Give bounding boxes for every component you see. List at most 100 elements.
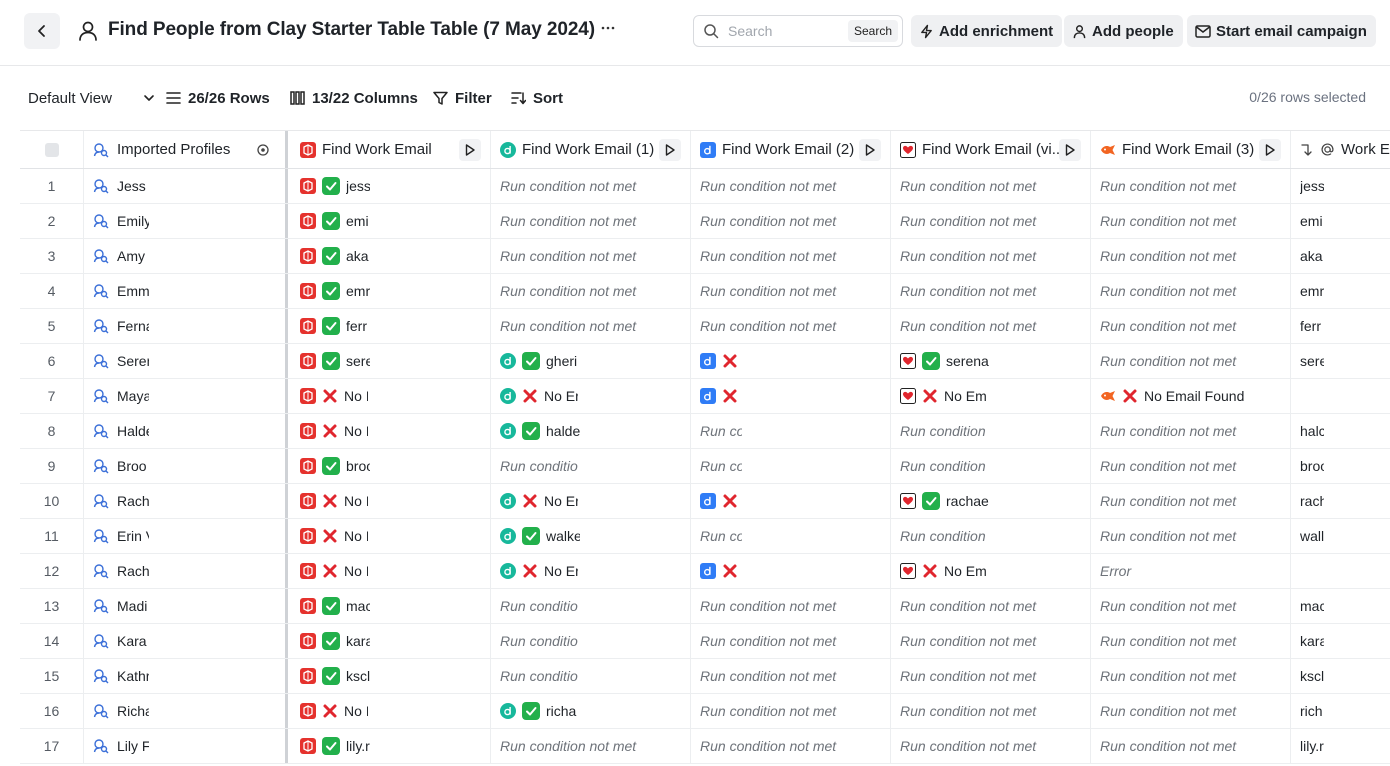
col-header-find-work-email-3[interactable]: Find Work Email (3) [1091,131,1291,168]
imported-profile-cell[interactable]: Seren [84,344,284,378]
find-work-email-vi-cell[interactable]: Run condition not met [891,169,1091,203]
find-work-email-3-cell[interactable]: Error [1091,554,1291,588]
row-number[interactable]: 14 [20,624,84,658]
run-column-button[interactable] [459,139,481,161]
find-work-email-vi-cell[interactable]: serena [891,344,1091,378]
table-row[interactable]: 1 Jess jess Run condition not met Run condit… [20,169,1390,204]
find-work-email-1-cell[interactable]: No Er [491,379,691,413]
col-header-find-work-email-2[interactable]: Find Work Email (2) [691,131,891,168]
table-row[interactable]: 10 Rach No I No Er rachae Run condition not m… [20,484,1390,519]
find-work-email-2-cell[interactable]: Run condition not met [691,519,891,553]
more-options-button[interactable] [600,20,620,42]
find-work-email-vi-cell[interactable]: No Em [891,379,1091,413]
imported-profile-cell[interactable]: Kara [84,624,284,658]
find-work-email-vi-cell[interactable]: Run condition not met [891,659,1091,693]
find-work-email-3-cell[interactable]: Run condition not met [1091,309,1291,343]
work-email-cell[interactable]: jess [1291,169,1390,203]
row-number[interactable]: 3 [20,239,84,273]
find-work-email-cell[interactable]: lily.r [291,729,491,763]
find-work-email-3-cell[interactable]: Run condition not met [1091,484,1291,518]
find-work-email-vi-cell[interactable]: Run condition not met [891,239,1091,273]
table-row[interactable]: 17 Lily F lily.r Run condition not met Run c… [20,729,1390,764]
find-work-email-3-cell[interactable]: Run condition not met [1091,274,1291,308]
work-email-cell[interactable]: kara [1291,624,1390,658]
table-row[interactable]: 2 Emily emi Run condition not met Run condit… [20,204,1390,239]
table-row[interactable]: 7 Maya No I No Er No Em No Email Found [20,379,1390,414]
imported-profile-cell[interactable]: Rach [84,554,284,588]
select-all-cell[interactable] [20,131,84,168]
find-work-email-3-cell[interactable]: Run condition not met [1091,624,1291,658]
work-email-cell[interactable]: ferr [1291,309,1390,343]
select-all-checkbox[interactable] [44,142,59,157]
find-work-email-1-cell[interactable]: gheri [491,344,691,378]
col-header-find-work-email-vi[interactable]: Find Work Email (vi... [891,131,1091,168]
work-email-cell[interactable]: emr [1291,274,1390,308]
imported-profile-cell[interactable]: Kathr [84,659,284,693]
find-work-email-vi-cell[interactable]: Run condition not met [891,694,1091,728]
find-work-email-vi-cell[interactable]: No Em [891,554,1091,588]
find-work-email-1-cell[interactable]: No Er [491,484,691,518]
search-input[interactable] [728,21,836,41]
find-work-email-3-cell[interactable]: Run condition not met [1091,659,1291,693]
find-work-email-cell[interactable]: aka [291,239,491,273]
find-work-email-3-cell[interactable]: Run condition not met [1091,204,1291,238]
frozen-column-divider[interactable] [280,131,288,168]
imported-profile-cell[interactable]: Jess [84,169,284,203]
find-work-email-3-cell[interactable]: Run condition not met [1091,414,1291,448]
row-number[interactable]: 16 [20,694,84,728]
table-row[interactable]: 8 Halde No I halde Run condition not met Run … [20,414,1390,449]
find-work-email-cell[interactable]: broo [291,449,491,483]
view-selector[interactable]: Default View [28,87,155,109]
row-number[interactable]: 15 [20,659,84,693]
work-email-cell[interactable]: halc [1291,414,1390,448]
find-work-email-3-cell[interactable]: No Email Found [1091,379,1291,413]
find-work-email-2-cell[interactable]: Run condition not met [691,449,891,483]
find-work-email-cell[interactable]: No I [291,484,491,518]
find-work-email-2-cell[interactable]: Run condition not met [691,694,891,728]
work-email-cell[interactable]: broo [1291,449,1390,483]
work-email-cell[interactable]: rach [1291,484,1390,518]
find-work-email-cell[interactable]: No I [291,694,491,728]
work-email-cell[interactable]: aka [1291,239,1390,273]
find-work-email-vi-cell[interactable]: Run condition not met [891,204,1091,238]
find-work-email-1-cell[interactable]: Run condition not met [491,729,691,763]
imported-profile-cell[interactable]: Broo [84,449,284,483]
imported-profile-cell[interactable]: Rach [84,484,284,518]
back-button[interactable] [24,13,60,49]
imported-profile-cell[interactable]: Emm [84,274,284,308]
find-work-email-1-cell[interactable]: Run condition not met [491,274,691,308]
find-work-email-1-cell[interactable]: richa [491,694,691,728]
find-work-email-2-cell[interactable]: Run condition not met [691,659,891,693]
row-number[interactable]: 7 [20,379,84,413]
imported-profile-cell[interactable]: Madi [84,589,284,623]
imported-profile-cell[interactable]: Halde [84,414,284,448]
table-row[interactable]: 4 Emm emr Run condition not met Run conditio… [20,274,1390,309]
imported-profile-cell[interactable]: Maya [84,379,284,413]
work-email-cell[interactable]: lily.r [1291,729,1390,763]
find-work-email-cell[interactable]: emr [291,274,491,308]
work-email-cell[interactable] [1291,554,1390,588]
table-row[interactable]: 5 Ferna ferr Run condition not met Run condi… [20,309,1390,344]
find-work-email-1-cell[interactable]: Run condition not met [491,204,691,238]
find-work-email-2-cell[interactable]: Run condition not met [691,204,891,238]
row-number[interactable]: 8 [20,414,84,448]
find-work-email-2-cell[interactable] [691,344,891,378]
start-email-campaign-button[interactable]: Start email campaign [1187,15,1376,47]
find-work-email-2-cell[interactable]: Run condition not met [691,414,891,448]
find-work-email-1-cell[interactable]: Run condition not met [491,309,691,343]
find-work-email-cell[interactable]: No I [291,414,491,448]
work-email-cell[interactable]: mac [1291,589,1390,623]
table-row[interactable]: 3 Amy aka Run condition not met Run conditio… [20,239,1390,274]
find-work-email-1-cell[interactable]: Run condition not met [491,449,691,483]
find-work-email-2-cell[interactable]: Run condition not met [691,239,891,273]
table-row[interactable]: 9 Broo broo Run condition not met Run condit… [20,449,1390,484]
find-work-email-2-cell[interactable]: Run condition not met [691,309,891,343]
find-work-email-3-cell[interactable]: Run condition not met [1091,169,1291,203]
find-work-email-vi-cell[interactable]: Run condition not met [891,274,1091,308]
rows-button[interactable]: 26/26 Rows [166,87,270,109]
find-work-email-3-cell[interactable]: Run condition not met [1091,344,1291,378]
imported-profile-cell[interactable]: Emily [84,204,284,238]
table-row[interactable]: 13 Madi mac Run condition not met Run condit… [20,589,1390,624]
find-work-email-3-cell[interactable]: Run condition not met [1091,729,1291,763]
find-work-email-cell[interactable]: No I [291,554,491,588]
